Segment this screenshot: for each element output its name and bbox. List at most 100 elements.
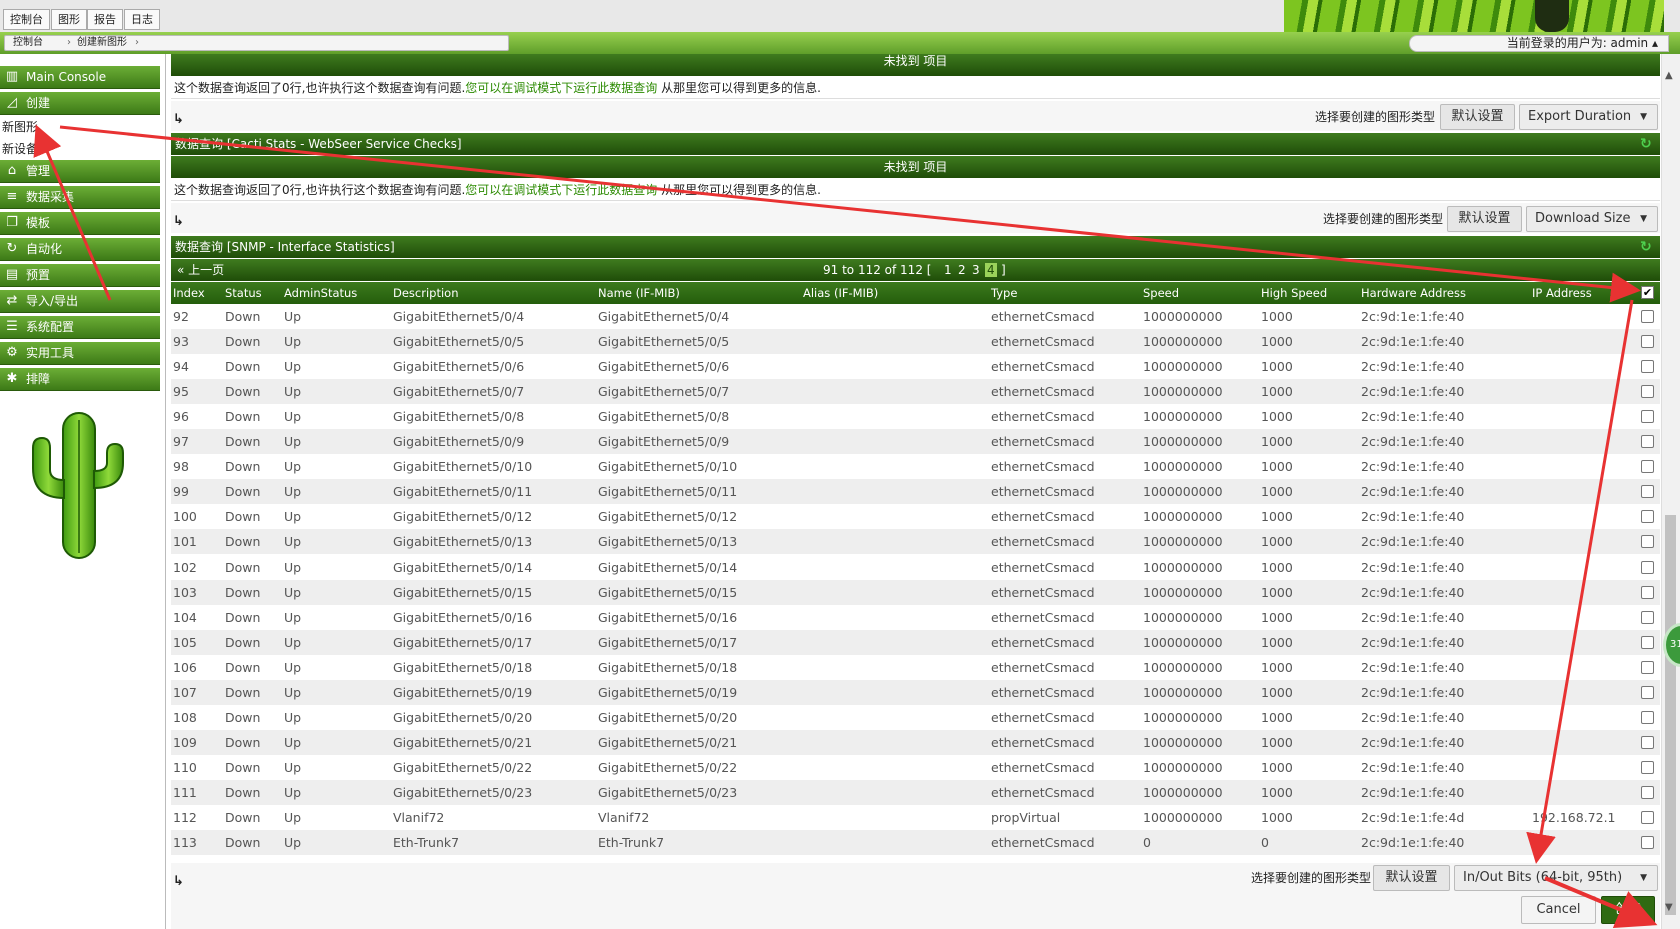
tab-logs[interactable]: 日志	[124, 9, 160, 30]
row-checkbox[interactable]	[1641, 611, 1654, 624]
scroll-up-icon[interactable]: ▲	[1665, 70, 1673, 81]
select-all-checkbox[interactable]: ✔	[1641, 286, 1654, 299]
nav-configuration[interactable]: ☰ 系统配置	[0, 316, 160, 339]
scroll-down-icon[interactable]: ▼	[1665, 902, 1673, 913]
row-checkbox[interactable]	[1641, 335, 1654, 348]
table-row[interactable]: 105 Down Up GigabitEthernet5/0/17 GigabitEth…	[171, 630, 1660, 655]
nav-automation[interactable]: ↻ 自动化	[0, 238, 160, 261]
cell-admin-status: Up	[284, 785, 302, 800]
table-row[interactable]: 94 Down Up GigabitEthernet5/0/6 GigabitEther…	[171, 354, 1660, 379]
create-button[interactable]: 创建	[1601, 896, 1655, 924]
graph-type-select[interactable]: In/Out Bits (64-bit, 95th) ▼	[1454, 865, 1658, 891]
row-checkbox[interactable]	[1641, 485, 1654, 498]
tab-console[interactable]: 控制台	[3, 9, 50, 30]
page-1-link[interactable]: 1	[944, 259, 952, 281]
row-checkbox[interactable]	[1641, 586, 1654, 599]
nav-import-export[interactable]: ⇄ 导入/导出	[0, 290, 160, 313]
cactus-logo	[32, 412, 124, 559]
table-row[interactable]: 112 Down Up Vlanif72 Vlanif72 propVirtual 1000…	[171, 805, 1660, 830]
table-row[interactable]: 99 Down Up GigabitEthernet5/0/11 GigabitEthe…	[171, 479, 1660, 504]
col-admin-status[interactable]: AdminStatus	[284, 282, 357, 304]
table-row[interactable]: 111 Down Up GigabitEthernet5/0/23 GigabitEth…	[171, 780, 1660, 805]
default-settings-button[interactable]: 默认设置	[1447, 206, 1522, 232]
default-settings-button[interactable]: 默认设置	[1440, 104, 1515, 130]
col-index[interactable]: Index	[173, 282, 205, 304]
refresh-icon[interactable]: ↻	[1640, 240, 1654, 254]
nav-utilities[interactable]: ⚙ 实用工具	[0, 342, 160, 365]
col-speed[interactable]: Speed	[1143, 282, 1179, 304]
row-checkbox[interactable]	[1641, 385, 1654, 398]
row-checkbox[interactable]	[1641, 761, 1654, 774]
table-row[interactable]: 101 Down Up GigabitEthernet5/0/13 GigabitEth…	[171, 529, 1660, 554]
row-checkbox[interactable]	[1641, 410, 1654, 423]
col-type[interactable]: Type	[991, 282, 1017, 304]
row-checkbox[interactable]	[1641, 711, 1654, 724]
col-alias[interactable]: Alias (IF-MIB)	[803, 282, 878, 304]
cell-hardware-address: 2c:9d:1e:1:fe:40	[1361, 459, 1465, 474]
nav-presets[interactable]: ▤ 预置	[0, 264, 160, 287]
nav-main-console[interactable]: ▥ Main Console	[0, 66, 160, 89]
prev-page-link[interactable]: « 上一页	[177, 259, 224, 281]
table-row[interactable]: 97 Down Up GigabitEthernet5/0/9 GigabitEther…	[171, 429, 1660, 454]
row-checkbox[interactable]	[1641, 836, 1654, 849]
breadcrumb-console[interactable]: 控制台	[13, 36, 43, 50]
default-settings-button[interactable]: 默认设置	[1373, 865, 1450, 891]
debug-mode-link[interactable]: 您可以在调试模式下运行此数据查询	[465, 183, 657, 197]
subnav-new-graph[interactable]: 新图形	[2, 117, 38, 137]
table-row[interactable]: 106 Down Up GigabitEthernet5/0/18 GigabitEth…	[171, 655, 1660, 680]
table-row[interactable]: 113 Down Up Eth-Trunk7 Eth-Trunk7 ethernetCsm…	[171, 830, 1660, 855]
scrollbar-thumb[interactable]	[1665, 515, 1676, 915]
col-status[interactable]: Status	[225, 282, 262, 304]
nav-troubleshooting[interactable]: ✱ 排障	[0, 368, 160, 391]
row-checkbox[interactable]	[1641, 535, 1654, 548]
cancel-button[interactable]: Cancel	[1521, 896, 1596, 924]
tab-graphs[interactable]: 图形	[51, 9, 87, 30]
graph-type-select[interactable]: Export Duration ▼	[1519, 104, 1658, 130]
col-high-speed[interactable]: High Speed	[1261, 282, 1327, 304]
debug-mode-link[interactable]: 您可以在调试模式下运行此数据查询	[465, 81, 657, 95]
table-row[interactable]: 100 Down Up GigabitEthernet5/0/12 GigabitEth…	[171, 504, 1660, 529]
nav-templates[interactable]: ❐ 模板	[0, 212, 160, 235]
table-row[interactable]: 107 Down Up GigabitEthernet5/0/19 GigabitEth…	[171, 680, 1660, 705]
row-checkbox[interactable]	[1641, 661, 1654, 674]
table-row[interactable]: 110 Down Up GigabitEthernet5/0/22 GigabitEth…	[171, 755, 1660, 780]
cell-speed: 1000000000	[1143, 334, 1223, 349]
table-row[interactable]: 96 Down Up GigabitEthernet5/0/8 GigabitEther…	[171, 404, 1660, 429]
row-checkbox[interactable]	[1641, 686, 1654, 699]
table-row[interactable]: 108 Down Up GigabitEthernet5/0/20 GigabitEth…	[171, 705, 1660, 730]
row-checkbox[interactable]	[1641, 510, 1654, 523]
row-checkbox[interactable]	[1641, 435, 1654, 448]
nav-create[interactable]: ◿ 创建	[0, 92, 160, 115]
table-row[interactable]: 92 Down Up GigabitEthernet5/0/4 GigabitEther…	[171, 304, 1660, 329]
col-name[interactable]: Name (IF-MIB)	[598, 282, 680, 304]
row-checkbox[interactable]	[1641, 736, 1654, 749]
table-row[interactable]: 95 Down Up GigabitEthernet5/0/7 GigabitEther…	[171, 379, 1660, 404]
graph-type-select[interactable]: Download Size ▼	[1526, 206, 1658, 232]
page-3-link[interactable]: 3	[972, 259, 980, 281]
page-4-current[interactable]: 4	[985, 263, 997, 277]
subnav-new-device[interactable]: 新设备	[2, 139, 38, 159]
row-checkbox[interactable]	[1641, 786, 1654, 799]
table-row[interactable]: 104 Down Up GigabitEthernet5/0/16 GigabitEth…	[171, 605, 1660, 630]
col-hardware-address[interactable]: Hardware Address	[1361, 282, 1466, 304]
logged-in-user[interactable]: 当前登录的用户为: admin ▴	[1409, 35, 1669, 52]
row-checkbox[interactable]	[1641, 636, 1654, 649]
nav-management[interactable]: ⌂ 管理	[0, 160, 160, 183]
table-row[interactable]: 109 Down Up GigabitEthernet5/0/21 GigabitEth…	[171, 730, 1660, 755]
table-row[interactable]: 98 Down Up GigabitEthernet5/0/10 GigabitEthe…	[171, 454, 1660, 479]
row-checkbox[interactable]	[1641, 811, 1654, 824]
table-row[interactable]: 102 Down Up GigabitEthernet5/0/14 GigabitEth…	[171, 555, 1660, 580]
tab-reports[interactable]: 报告	[87, 9, 123, 30]
row-checkbox[interactable]	[1641, 460, 1654, 473]
refresh-icon[interactable]: ↻	[1640, 137, 1654, 151]
page-2-link[interactable]: 2	[958, 259, 966, 281]
nav-data-collection[interactable]: ≡ 数据采集	[0, 186, 160, 209]
row-checkbox[interactable]	[1641, 310, 1654, 323]
row-checkbox[interactable]	[1641, 360, 1654, 373]
table-row[interactable]: 93 Down Up GigabitEthernet5/0/5 GigabitEther…	[171, 329, 1660, 354]
row-checkbox[interactable]	[1641, 561, 1654, 574]
col-ip-address[interactable]: IP Address	[1532, 282, 1592, 304]
copy-icon: ❐	[6, 215, 18, 230]
table-row[interactable]: 103 Down Up GigabitEthernet5/0/15 GigabitEth…	[171, 580, 1660, 605]
col-description[interactable]: Description	[393, 282, 459, 304]
